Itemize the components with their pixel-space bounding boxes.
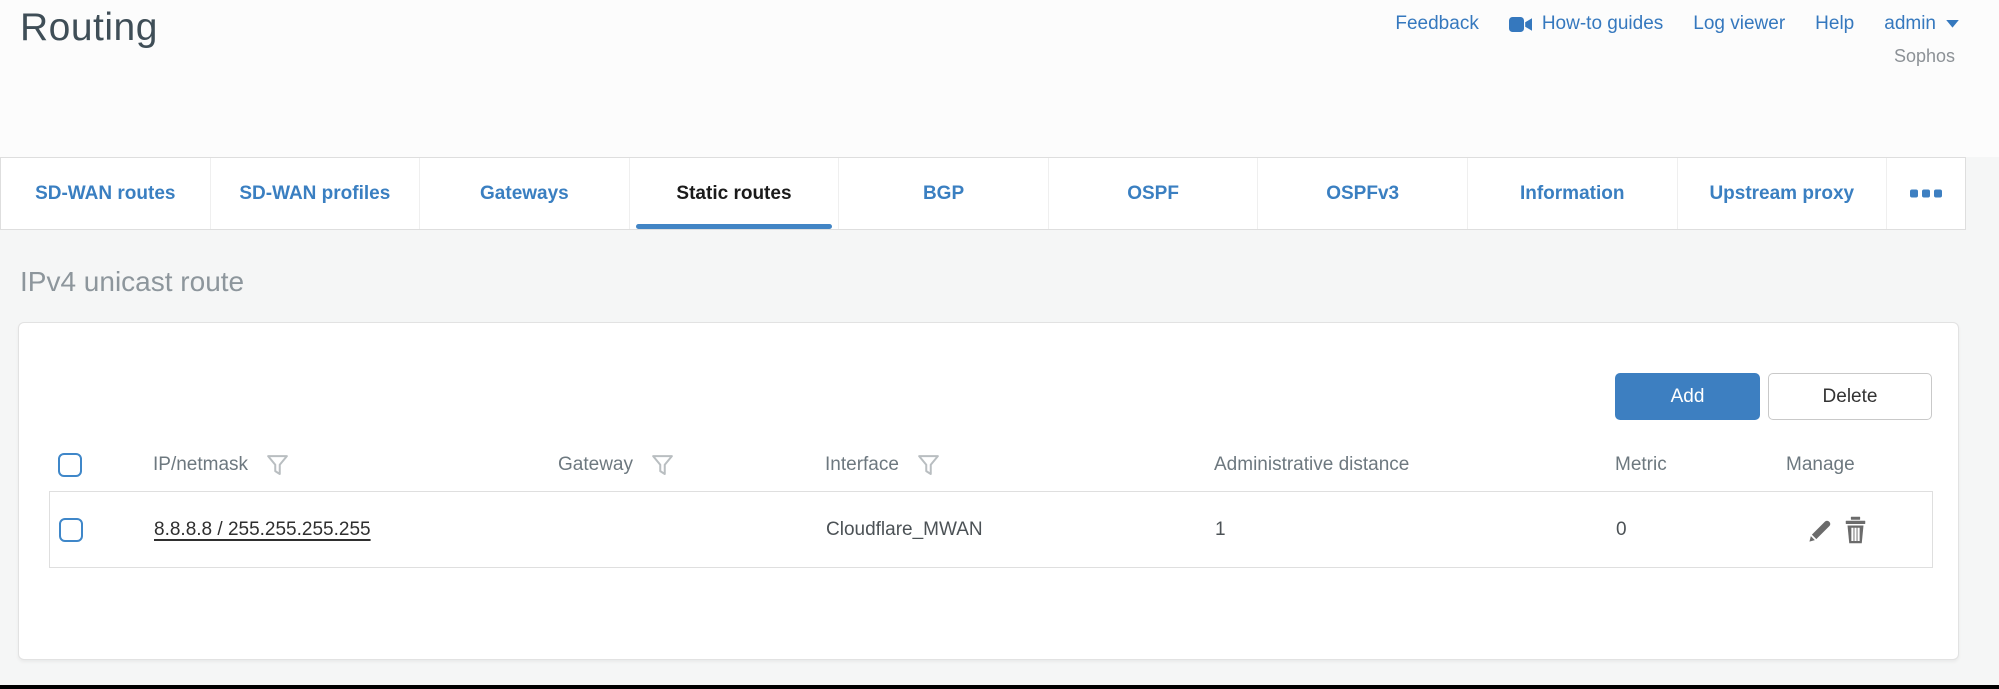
tab-label: OSPFv3 (1326, 183, 1399, 205)
row-checkbox[interactable] (59, 518, 83, 542)
admin-menu-label: admin (1884, 13, 1936, 35)
select-all-checkbox[interactable] (58, 453, 82, 477)
column-header-manage: Manage (1777, 454, 1933, 476)
column-header-metric: Metric (1606, 454, 1777, 476)
ellipsis-icon (1910, 189, 1942, 198)
row-cell-ip-netmask: 8.8.8.8 / 255.255.255.255 (145, 519, 550, 541)
tab-label: Upstream proxy (1709, 183, 1854, 205)
routing-page: Routing Feedback How-to guides Log viewe… (0, 0, 1999, 689)
delete-button[interactable]: Delete (1768, 373, 1932, 420)
top-nav: Feedback How-to guides Log viewer Help a… (1395, 13, 1960, 35)
how-to-guides-label: How-to guides (1542, 13, 1663, 35)
tab-ospfv3[interactable]: OSPFv3 (1258, 158, 1468, 229)
header-checkbox-cell (49, 453, 144, 477)
tab-label: SD-WAN profiles (239, 183, 390, 205)
column-label: IP/netmask (153, 454, 248, 476)
help-label: Help (1815, 13, 1854, 35)
tab-bgp[interactable]: BGP (839, 158, 1049, 229)
pencil-icon[interactable] (1808, 517, 1834, 543)
tab-information[interactable]: Information (1468, 158, 1678, 229)
row-cell-administrative-distance: 1 (1206, 519, 1607, 541)
brand-label: Sophos (1894, 46, 1955, 67)
ip-netmask-link[interactable]: 8.8.8.8 / 255.255.255.255 (154, 519, 371, 541)
log-viewer-label: Log viewer (1693, 13, 1785, 35)
screen-bottom-edge (0, 685, 1999, 689)
routing-tabbar: SD-WAN routes SD-WAN profiles Gateways S… (0, 157, 1966, 230)
tab-gateways[interactable]: Gateways (420, 158, 630, 229)
tab-static-routes[interactable]: Static routes (630, 158, 840, 229)
tab-label: BGP (923, 183, 964, 205)
tab-label: Static routes (676, 183, 791, 205)
column-label: Manage (1786, 454, 1855, 476)
how-to-guides-link[interactable]: How-to guides (1509, 13, 1663, 35)
tab-sd-wan-routes[interactable]: SD-WAN routes (1, 158, 211, 229)
table-row: 8.8.8.8 / 255.255.255.255 Cloudflare_MWA… (49, 491, 1933, 568)
row-cell-interface: Cloudflare_MWAN (817, 519, 1206, 541)
administrative-distance-value: 1 (1215, 519, 1226, 541)
funnel-icon[interactable] (650, 453, 675, 478)
caret-down-icon (1945, 19, 1960, 29)
tab-upstream-proxy[interactable]: Upstream proxy (1678, 158, 1888, 229)
column-header-interface: Interface (816, 453, 1205, 478)
video-camera-icon (1509, 16, 1533, 33)
section-heading: IPv4 unicast route (20, 266, 244, 298)
add-button[interactable]: Add (1615, 373, 1760, 420)
help-link[interactable]: Help (1815, 13, 1854, 35)
tab-label: Information (1520, 183, 1625, 205)
column-header-ip-netmask: IP/netmask (144, 453, 549, 478)
trash-icon[interactable] (1843, 516, 1868, 544)
funnel-icon[interactable] (265, 453, 290, 478)
static-routes-panel: Add Delete IP/netmask Gateway Interface (18, 322, 1959, 660)
column-label: Gateway (558, 454, 633, 476)
feedback-link-label: Feedback (1395, 13, 1478, 35)
table-header: IP/netmask Gateway Interface Administrat… (49, 439, 1933, 491)
column-label: Administrative distance (1214, 454, 1409, 476)
tab-label: OSPF (1127, 183, 1179, 205)
tab-sd-wan-profiles[interactable]: SD-WAN profiles (211, 158, 421, 229)
row-cell-manage (1778, 516, 1932, 544)
active-tab-indicator (636, 224, 833, 229)
feedback-link[interactable]: Feedback (1395, 13, 1478, 35)
tab-ospf[interactable]: OSPF (1049, 158, 1259, 229)
admin-menu[interactable]: admin (1884, 13, 1960, 35)
page-title: Routing (20, 6, 158, 50)
column-label: Metric (1615, 454, 1667, 476)
tab-label: SD-WAN routes (35, 183, 175, 205)
column-label: Interface (825, 454, 899, 476)
column-header-gateway: Gateway (549, 453, 816, 478)
page-header: Routing Feedback How-to guides Log viewe… (0, 0, 1999, 157)
row-cell-metric: 0 (1607, 519, 1778, 541)
log-viewer-link[interactable]: Log viewer (1693, 13, 1785, 35)
column-header-administrative-distance: Administrative distance (1205, 454, 1606, 476)
funnel-icon[interactable] (916, 453, 941, 478)
tab-overflow-menu[interactable] (1887, 158, 1965, 229)
interface-value: Cloudflare_MWAN (826, 519, 983, 541)
row-checkbox-cell (50, 518, 145, 542)
tab-label: Gateways (480, 183, 569, 205)
metric-value: 0 (1616, 519, 1627, 541)
